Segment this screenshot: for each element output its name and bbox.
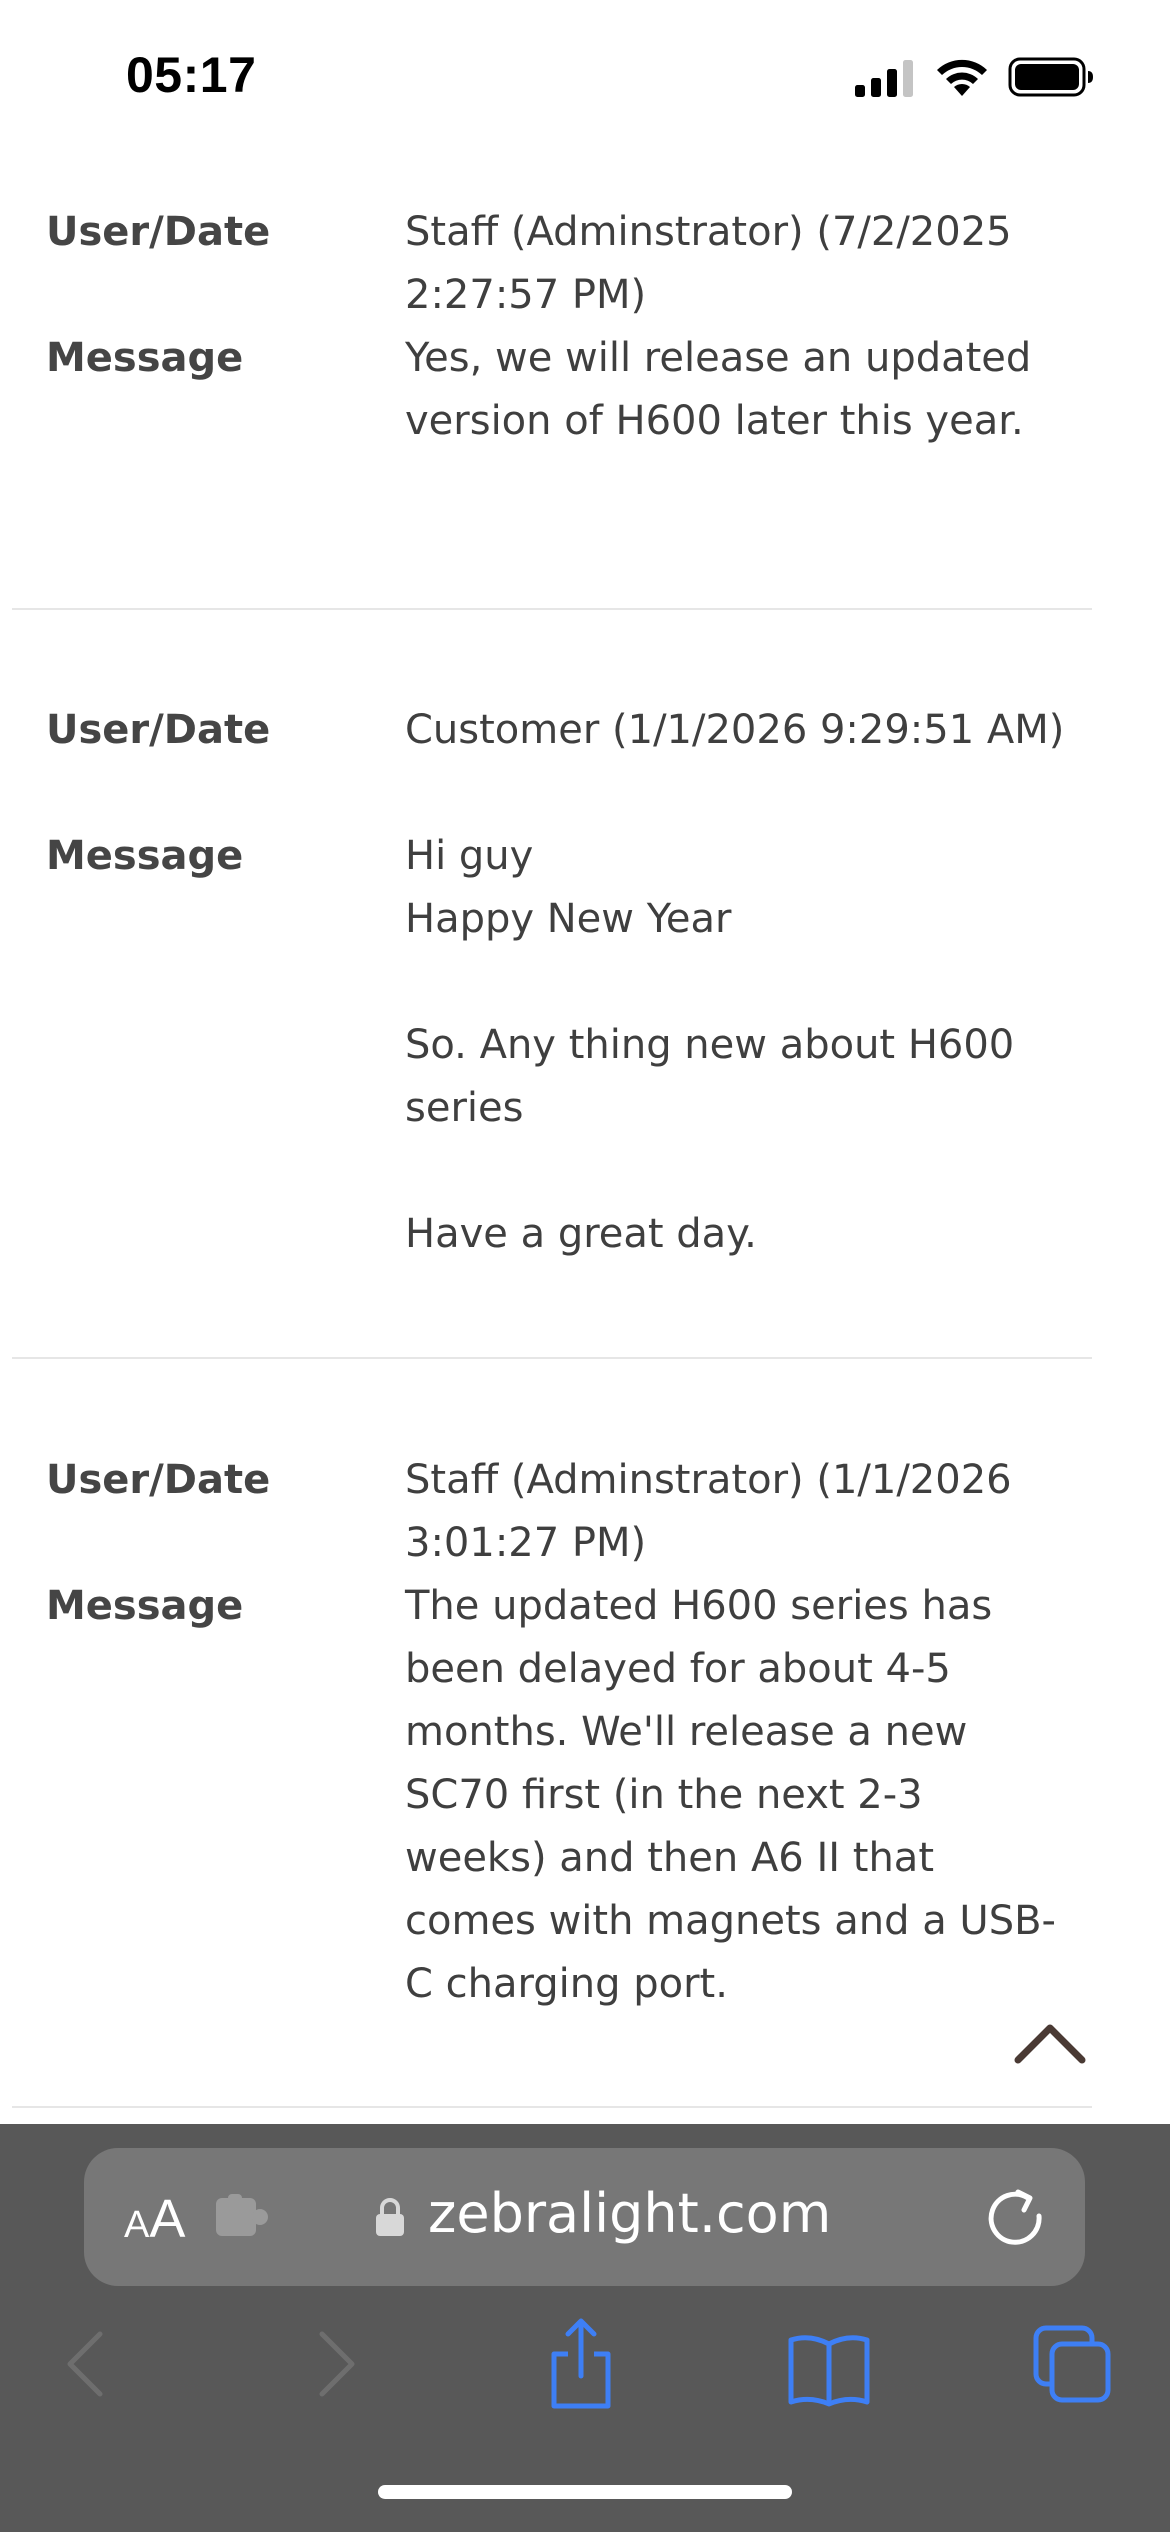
share-icon[interactable] xyxy=(546,2314,616,2414)
message-label: Message xyxy=(46,1583,244,1629)
status-bar: 05:17 xyxy=(0,0,1170,150)
text-size-small-glyph: A xyxy=(124,2204,150,2246)
user-date-label: User/Date xyxy=(46,209,271,255)
post-divider xyxy=(12,1357,1092,1359)
battery-icon xyxy=(1008,57,1093,97)
bookmarks-book-icon[interactable] xyxy=(786,2314,872,2414)
cellular-signal-icon xyxy=(855,60,913,97)
url-text: zebralight.com xyxy=(428,2182,832,2245)
user-date-label: User/Date xyxy=(46,707,271,753)
user-date-label: User/Date xyxy=(46,1457,271,1503)
browser-bottom-bar: AA zebralight.com xyxy=(0,2124,1170,2532)
reload-icon[interactable] xyxy=(984,2186,1046,2248)
user-date-value: Staff (Adminstrator) (1/1/2026 3:01:27 P… xyxy=(405,1457,1025,1566)
forward-chevron-icon[interactable] xyxy=(312,2314,362,2414)
tabs-icon[interactable] xyxy=(1032,2314,1112,2414)
address-bar[interactable]: AA zebralight.com xyxy=(84,2148,1085,2286)
wifi-icon xyxy=(937,59,987,96)
message-value: Hi guy Happy New Year So. Any thing new … xyxy=(405,833,1015,1257)
screen: 05:17 User/Date Staff (Adminstrator) (7/… xyxy=(0,0,1170,2532)
message-label: Message xyxy=(46,833,244,879)
post-divider xyxy=(12,2106,1092,2108)
user-date-value: Customer (1/1/2026 9:29:51 AM) xyxy=(405,707,1065,753)
message-label: Message xyxy=(46,335,244,381)
scroll-to-top-chevron-icon[interactable] xyxy=(1012,2018,1088,2068)
message-value: The updated H600 series has been delayed… xyxy=(405,1583,1056,2007)
text-size-button[interactable]: AA xyxy=(124,2188,204,2249)
text-size-big-glyph: A xyxy=(149,2189,186,2249)
user-date-value: Staff (Adminstrator) (7/2/2025 2:27:57 P… xyxy=(405,209,1025,318)
back-chevron-icon[interactable] xyxy=(60,2314,110,2414)
home-indicator xyxy=(378,2485,792,2499)
puzzle-extension-icon[interactable] xyxy=(214,2194,270,2240)
message-value: Yes, we will release an updated version … xyxy=(405,335,1045,444)
lock-icon xyxy=(376,2198,404,2236)
post-divider xyxy=(12,608,1092,610)
status-time: 05:17 xyxy=(126,47,257,103)
browser-toolbar xyxy=(0,2314,1170,2434)
